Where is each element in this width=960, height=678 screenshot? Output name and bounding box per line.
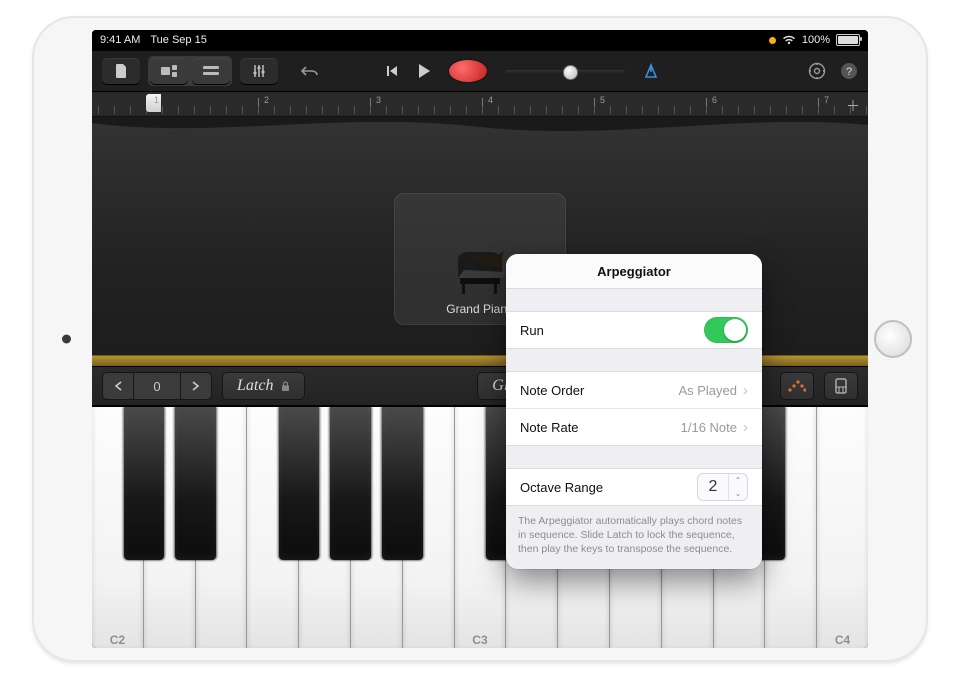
browser-view-button[interactable] [150,58,188,84]
octave-range-stepper[interactable]: 2 ⌃ ⌄ [697,473,748,501]
note-rate-value: 1/16 Note [681,420,737,435]
arpeggiator-popover: Arpeggiator Run Note Order As Played › N… [506,254,762,569]
ruler-mark: 2 [264,95,269,105]
popover-description: The Arpeggiator automatically plays chor… [506,506,762,569]
screen: 9:41 AM Tue Sep 15 100% [92,30,868,648]
status-time: 9:41 AM [100,34,140,46]
popover-title: Arpeggiator [506,254,762,289]
add-section-button[interactable]: ＋ [846,96,860,116]
ruler-mark: 6 [712,95,717,105]
octave-range-label: Octave Range [520,480,697,495]
record-button[interactable] [449,60,487,82]
latch-button[interactable]: Latch [222,372,305,400]
octave-shift: 0 [102,372,212,400]
grand-piano-icon [450,248,510,296]
note-rate-label: Note Rate [520,420,681,435]
key-label: C3 [472,633,487,647]
master-volume-slider[interactable] [505,64,625,78]
key-label: C2 [110,633,125,647]
svg-text:?: ? [846,66,852,78]
tracks-view-button[interactable] [192,58,230,84]
ruler-mark: 7 [824,95,829,105]
black-key[interactable] [175,407,215,560]
white-key[interactable]: C4 [817,407,868,648]
settings-button[interactable] [808,62,826,80]
ruler-mark: 5 [600,95,605,105]
ipad-frame: 9:41 AM Tue Sep 15 100% [34,18,926,660]
metronome-button[interactable] [643,63,659,79]
arpeggiator-button[interactable] [780,372,814,400]
home-button[interactable] [874,320,912,358]
run-toggle[interactable] [704,317,748,343]
status-date: Tue Sep 15 [150,34,206,46]
note-order-row[interactable]: Note Order As Played › [506,372,762,409]
toolbar: ? [92,50,868,92]
recording-indicator-icon [769,37,776,44]
ruler[interactable]: 1 2 3 4 5 6 7 ＋ [92,92,868,117]
battery-percent: 100% [802,34,830,46]
play-button[interactable] [417,63,431,79]
latch-label: Latch [237,377,273,395]
my-songs-button[interactable] [102,58,140,84]
instrument-name: Grand Piano [446,302,513,316]
stepper-up-icon[interactable]: ⌃ [729,474,747,487]
octave-down-button[interactable] [102,372,134,400]
octave-value: 0 [134,372,180,400]
track-controls-button[interactable] [240,58,278,84]
ruler-mark: 1 [154,95,159,105]
octave-range-row: Octave Range 2 ⌃ ⌄ [506,469,762,506]
black-key[interactable] [124,407,164,560]
go-to-beginning-button[interactable] [385,64,399,78]
lid-curve [92,117,868,139]
status-bar: 9:41 AM Tue Sep 15 100% [92,30,868,50]
black-key[interactable] [279,407,319,560]
note-order-label: Note Order [520,383,678,398]
note-rate-row[interactable]: Note Rate 1/16 Note › [506,409,762,446]
ruler-mark: 3 [376,95,381,105]
front-camera [62,335,71,344]
black-key[interactable] [330,407,370,560]
battery-icon [836,34,860,46]
octave-up-button[interactable] [180,372,212,400]
run-row: Run [506,312,762,349]
keyboard-layout-button[interactable] [824,372,858,400]
octave-range-value: 2 [698,478,728,496]
black-key[interactable] [382,407,422,560]
help-button[interactable]: ? [840,62,858,80]
chevron-right-icon: › [743,419,748,436]
run-label: Run [520,323,704,338]
note-order-value: As Played [678,383,737,398]
ruler-mark: 4 [488,95,493,105]
lock-icon [281,381,290,392]
chevron-right-icon: › [743,382,748,399]
stepper-down-icon[interactable]: ⌄ [729,487,747,500]
wifi-icon [782,35,796,45]
undo-button[interactable] [301,64,319,78]
key-label: C4 [835,633,850,647]
